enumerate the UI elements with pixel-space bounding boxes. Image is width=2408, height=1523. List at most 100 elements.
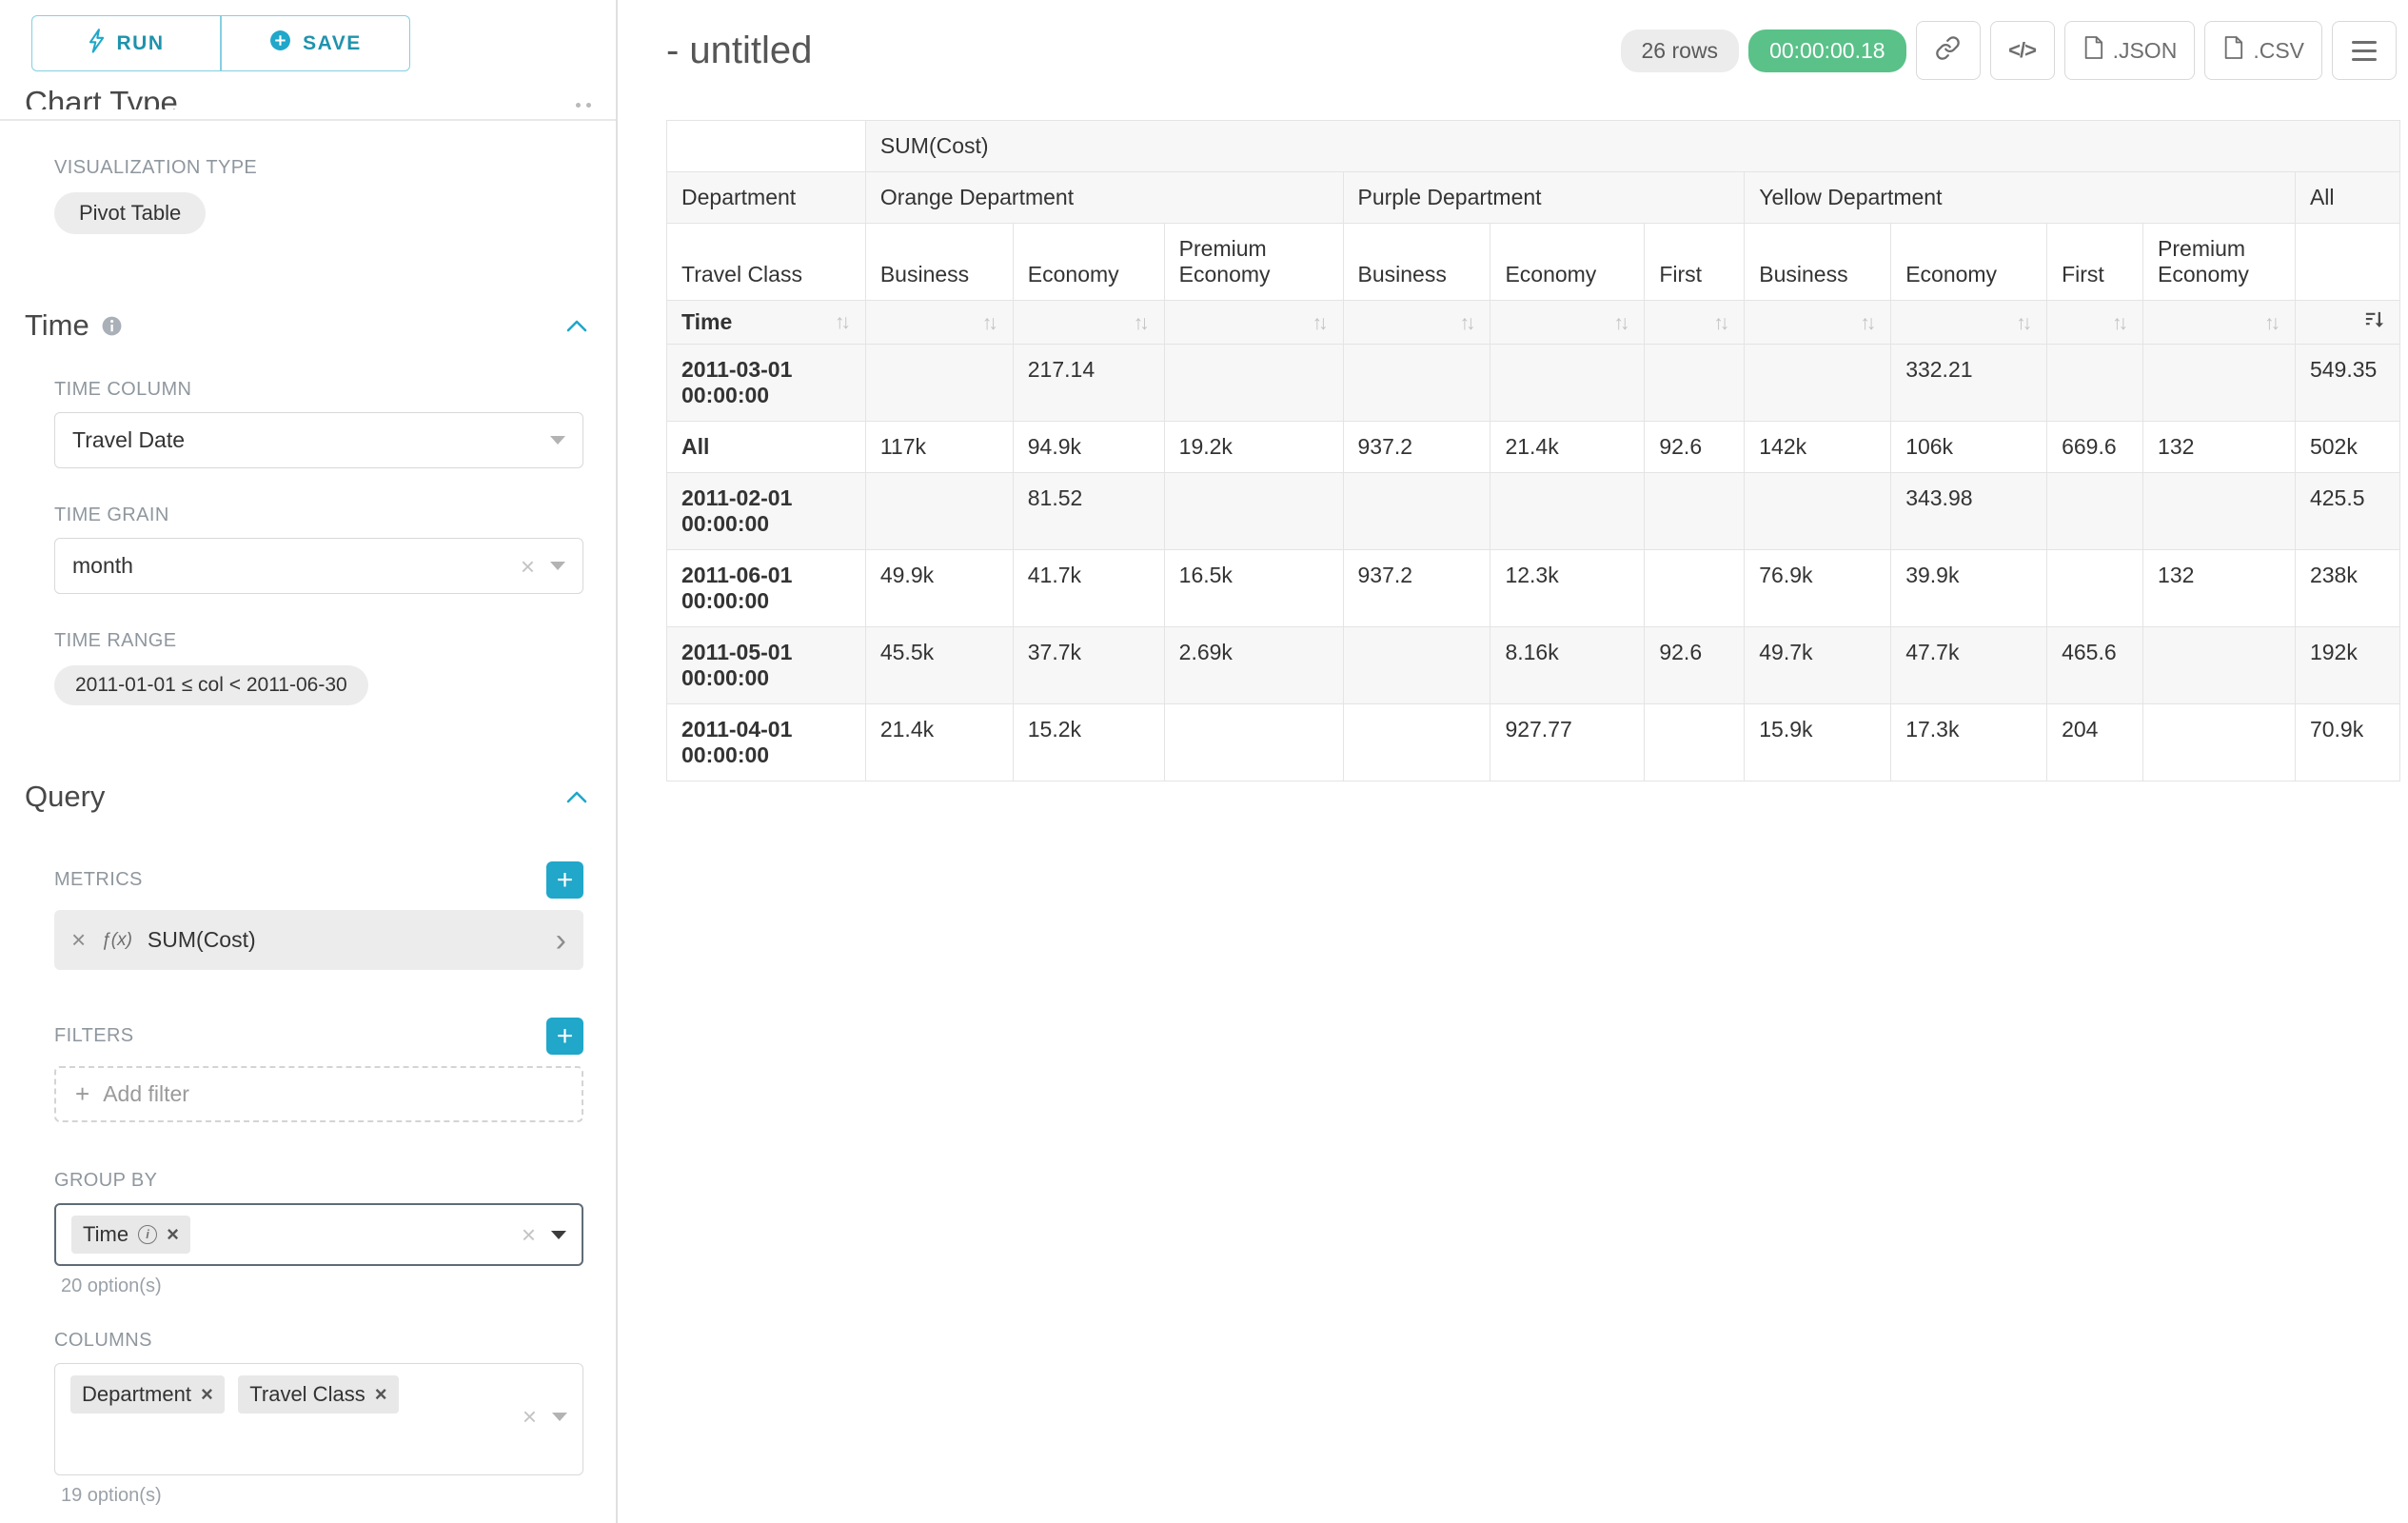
query-section-header[interactable]: Query: [25, 780, 587, 814]
export-json-button[interactable]: .JSON: [2064, 21, 2196, 80]
table-cell: 45.5k: [865, 627, 1013, 704]
file-icon: [2222, 35, 2243, 66]
remove-chip-icon[interactable]: ×: [201, 1384, 213, 1405]
sort-cell[interactable]: ↑↓: [2047, 301, 2143, 345]
table-cell: 76.9k: [1745, 550, 1891, 627]
control-panel-sidebar: RUN SAVE Chart Type VISUALIZATION TYPE P…: [0, 0, 618, 1523]
columns-chip-label: Travel Class: [249, 1382, 365, 1407]
sort-descending-icon[interactable]: [2363, 310, 2385, 335]
sort-icon[interactable]: ↑↓: [2112, 312, 2128, 334]
time-range-value[interactable]: 2011-01-01 ≤ col < 2011-06-30: [54, 665, 368, 705]
menu-button[interactable]: [2332, 21, 2397, 80]
plus-icon: +: [75, 1079, 89, 1109]
sort-icon[interactable]: ↑↓: [1459, 312, 1475, 334]
travel-class-header: Economy: [1490, 224, 1645, 301]
sort-cell[interactable]: ↑↓: [1343, 301, 1490, 345]
chevron-down-icon: [550, 562, 565, 570]
filters-label: FILTERS: [54, 1025, 134, 1047]
clear-icon[interactable]: ×: [523, 1404, 537, 1429]
travel-class-header-row: Travel Class Business Economy Premium Ec…: [667, 224, 2400, 301]
table-cell: 49.7k: [1745, 627, 1891, 704]
table-cell: [1343, 627, 1490, 704]
time-column-select[interactable]: Travel Date: [54, 412, 583, 468]
time-column-label: TIME COLUMN: [54, 379, 616, 401]
time-dimension-header[interactable]: Time ↑↓: [667, 301, 866, 345]
export-csv-button[interactable]: .CSV: [2204, 21, 2322, 80]
time-grain-value: month: [72, 553, 133, 579]
group-by-chip[interactable]: Time i ×: [71, 1216, 190, 1254]
table-cell: [2143, 704, 2296, 781]
file-icon: [2082, 35, 2103, 66]
table-cell: 15.9k: [1745, 704, 1891, 781]
run-button-label: RUN: [117, 32, 165, 55]
table-cell: [1343, 473, 1490, 550]
chevron-up-icon[interactable]: [576, 103, 591, 108]
table-row: 2011-02-01 00:00:0081.52343.98425.5: [667, 473, 2400, 550]
sort-cell[interactable]: ↑↓: [1645, 301, 1745, 345]
table-cell: 217.14: [1013, 345, 1164, 422]
time-section-header[interactable]: Time: [25, 308, 587, 343]
sort-icon[interactable]: ↑↓: [2016, 312, 2032, 334]
group-by-select[interactable]: Time i × ×: [54, 1203, 583, 1266]
table-cell: 94.9k: [1013, 422, 1164, 473]
chevron-down-icon[interactable]: [551, 1231, 566, 1239]
table-cell: [1164, 345, 1343, 422]
sort-cell[interactable]: ↑↓: [865, 301, 1013, 345]
sort-cell[interactable]: ↑↓: [1013, 301, 1164, 345]
metric-chip[interactable]: × ƒ(x) SUM(Cost) ›: [54, 910, 583, 970]
remove-metric-icon[interactable]: ×: [71, 925, 86, 955]
sort-icon[interactable]: ↑↓: [1313, 312, 1329, 334]
clear-icon[interactable]: ×: [521, 554, 535, 579]
chevron-down-icon[interactable]: [552, 1413, 567, 1421]
sort-cell[interactable]: ↑↓: [1164, 301, 1343, 345]
sort-icon[interactable]: ↑↓: [1713, 312, 1729, 334]
table-cell: 502k: [2295, 422, 2399, 473]
visualization-type-value[interactable]: Pivot Table: [54, 192, 206, 234]
sort-icon[interactable]: ↑↓: [1860, 312, 1876, 334]
sort-icon[interactable]: ↑↓: [1134, 312, 1150, 334]
time-grain-select[interactable]: month ×: [54, 538, 583, 594]
run-button[interactable]: RUN: [31, 15, 221, 71]
short-link-button[interactable]: [1916, 21, 1981, 80]
table-cell: [1343, 345, 1490, 422]
table-cell: [865, 345, 1013, 422]
table-cell: 332.21: [1891, 345, 2047, 422]
table-cell: 41.7k: [1013, 550, 1164, 627]
sort-cell[interactable]: ↑↓: [1490, 301, 1645, 345]
columns-chip-department[interactable]: Department ×: [70, 1375, 225, 1414]
sort-icon[interactable]: ↑↓: [1613, 312, 1629, 334]
clear-icon[interactable]: ×: [522, 1222, 536, 1247]
save-button[interactable]: SAVE: [221, 15, 410, 71]
table-cell: 47.7k: [1891, 627, 2047, 704]
save-button-label: SAVE: [303, 32, 362, 55]
view-query-button[interactable]: </>: [1990, 21, 2055, 80]
remove-chip-icon[interactable]: ×: [167, 1224, 179, 1245]
sort-icon[interactable]: ↑↓: [982, 312, 998, 334]
table-cell: [2143, 627, 2296, 704]
chevron-down-icon: [550, 436, 565, 445]
add-metric-button[interactable]: +: [546, 861, 583, 899]
remove-chip-icon[interactable]: ×: [375, 1384, 387, 1405]
sort-cell[interactable]: ↑↓: [1745, 301, 1891, 345]
chevron-right-icon[interactable]: ›: [556, 924, 566, 957]
add-filter-plus-button[interactable]: +: [546, 1018, 583, 1055]
table-cell: [1745, 473, 1891, 550]
sort-icon[interactable]: ↑↓: [2264, 312, 2280, 334]
sort-cell[interactable]: ↑↓: [1891, 301, 2047, 345]
time-header-label: Time: [681, 309, 732, 335]
sort-icon[interactable]: ↑↓: [835, 311, 851, 334]
table-cell: 2.69k: [1164, 627, 1343, 704]
table-cell: 21.4k: [1490, 422, 1645, 473]
chevron-up-icon[interactable]: [566, 790, 587, 804]
sort-cell[interactable]: ↑↓: [2143, 301, 2296, 345]
add-filter-button[interactable]: + Add filter: [54, 1066, 583, 1122]
table-row: 2011-06-01 00:00:0049.9k41.7k16.5k937.21…: [667, 550, 2400, 627]
metrics-label-row: METRICS +: [54, 861, 583, 899]
columns-select[interactable]: Department × Travel Class × ×: [54, 1363, 583, 1475]
sort-cell-active[interactable]: [2295, 301, 2399, 345]
function-icon: ƒ(x): [101, 930, 132, 951]
group-by-chip-label: Time: [83, 1222, 128, 1247]
chevron-up-icon[interactable]: [566, 319, 587, 333]
table-cell: [2143, 473, 2296, 550]
columns-chip-travel-class[interactable]: Travel Class ×: [238, 1375, 398, 1414]
